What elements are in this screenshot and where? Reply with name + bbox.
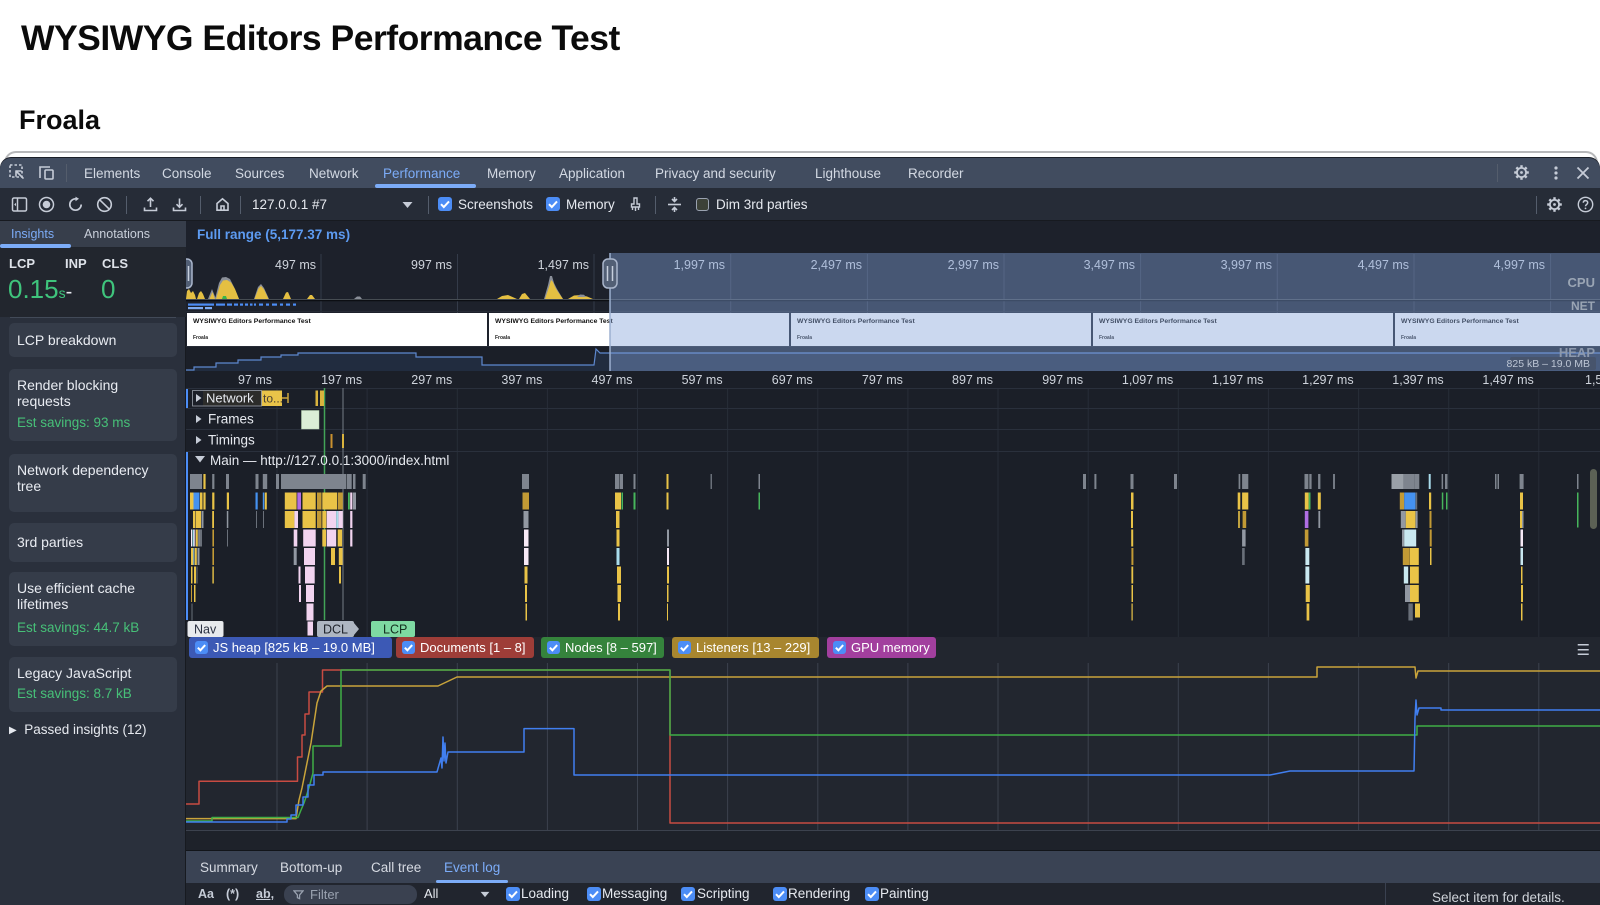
svg-text:97 ms: 97 ms — [238, 373, 272, 387]
svg-text:Main — http://127.0.0.1:3000/i: Main — http://127.0.0.1:3000/index.html — [210, 453, 449, 468]
svg-text:Froala: Froala — [495, 335, 510, 341]
svg-text:Timings: Timings — [208, 433, 255, 448]
svg-text:797 ms: 797 ms — [862, 373, 903, 387]
svg-text:LCP: LCP — [383, 623, 407, 637]
svg-text:1,197 ms: 1,197 ms — [1212, 373, 1263, 387]
svg-text:1,297 ms: 1,297 ms — [1302, 373, 1353, 387]
svg-text:1,497 ms: 1,497 ms — [538, 258, 589, 272]
svg-text:597 ms: 597 ms — [682, 373, 723, 387]
svg-text:297 ms: 297 ms — [411, 373, 452, 387]
svg-text:825 kB – 19.0 MB: 825 kB – 19.0 MB — [1507, 358, 1590, 370]
svg-text:to...: to... — [263, 392, 283, 406]
svg-text:997 ms: 997 ms — [411, 258, 452, 272]
svg-text:1,097 ms: 1,097 ms — [1122, 373, 1173, 387]
svg-text:WYSIWYG Editors Performance Te: WYSIWYG Editors Performance Test — [193, 318, 311, 325]
svg-text:Network: Network — [206, 391, 254, 406]
svg-text:997 ms: 997 ms — [1042, 373, 1083, 387]
svg-text:1,5: 1,5 — [1585, 373, 1600, 387]
svg-text:1,497 ms: 1,497 ms — [1482, 373, 1533, 387]
svg-text:497 ms: 497 ms — [592, 373, 633, 387]
svg-text:WYSIWYG Editors Performance Te: WYSIWYG Editors Performance Test — [495, 318, 613, 325]
svg-text:1,397 ms: 1,397 ms — [1392, 373, 1443, 387]
svg-text:NET: NET — [1571, 299, 1596, 313]
svg-text:Froala: Froala — [193, 335, 208, 341]
svg-text:197 ms: 197 ms — [321, 373, 362, 387]
svg-text:DCL: DCL — [323, 623, 348, 637]
svg-text:697 ms: 697 ms — [772, 373, 813, 387]
svg-text:CPU: CPU — [1568, 275, 1595, 290]
svg-text:897 ms: 897 ms — [952, 373, 993, 387]
svg-text:397 ms: 397 ms — [501, 373, 542, 387]
svg-text:Nav: Nav — [194, 623, 217, 637]
svg-text:497 ms: 497 ms — [275, 258, 316, 272]
svg-text:Frames: Frames — [208, 412, 254, 427]
